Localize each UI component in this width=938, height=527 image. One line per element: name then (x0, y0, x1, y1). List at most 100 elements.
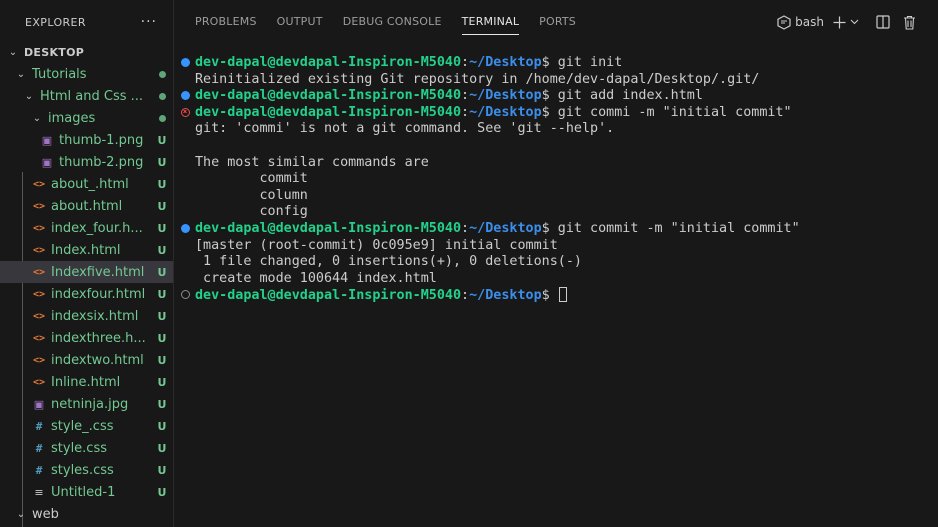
tree-file[interactable]: <> Indexfive.html U (0, 261, 173, 283)
plus-icon (833, 16, 846, 28)
tree-folder[interactable]: ⌄ Tutorials (0, 63, 173, 85)
untracked-badge: U (157, 309, 167, 323)
output-text: create mode 100644 index.html (195, 270, 437, 286)
untracked-badge: U (157, 375, 167, 389)
more-actions-icon[interactable]: ··· (141, 14, 157, 30)
html-file-icon: <> (32, 288, 46, 300)
untracked-badge: U (157, 155, 167, 169)
tab-debug-console[interactable]: DEBUG CONSOLE (343, 0, 442, 44)
command-success-icon[interactable] (181, 223, 190, 233)
tree-file[interactable]: <> about.html U (0, 195, 173, 217)
tree-file[interactable]: ▣ thumb-2.png U (0, 151, 173, 173)
prompt-user-host: dev-dapal@devdapal-Inspiron-M5040 (195, 104, 462, 120)
panel-tabbar: PROBLEMS OUTPUT DEBUG CONSOLE TERMINAL PORTS… (175, 0, 938, 44)
tree-file[interactable]: <> indexthree.h... U (0, 327, 173, 349)
tree-item-label: indextwo.html (51, 352, 144, 368)
command-error-icon[interactable] (181, 107, 190, 117)
chevron-down-icon[interactable]: ⌄ (22, 91, 36, 102)
tree-item-label: indexthree.h... (51, 330, 146, 346)
html-file-icon: <> (32, 266, 46, 278)
tree-file[interactable]: ≡ Untitled-1 U (0, 481, 173, 503)
chevron-down-icon[interactable]: ⌄ (14, 509, 28, 520)
terminal-prompt-line: dev-dapal@devdapal-Inspiron-M5040:~/Desk… (181, 220, 923, 238)
tree-file[interactable]: # style_.css U (0, 415, 173, 437)
tree-file[interactable]: # styles.css U (0, 459, 173, 481)
tree-file[interactable]: <> indexsix.html U (0, 305, 173, 327)
tab-output[interactable]: OUTPUT (277, 0, 323, 44)
chevron-down-icon[interactable] (850, 19, 859, 25)
terminal-cursor[interactable] (558, 287, 567, 303)
terminal-output[interactable]: dev-dapal@devdapal-Inspiron-M5040:~/Desk… (181, 55, 923, 304)
untracked-badge: U (157, 177, 167, 191)
tree-file[interactable]: <> indexfour.html U (0, 283, 173, 305)
tree-item-label: thumb-2.png (59, 154, 144, 170)
kill-terminal-button[interactable] (903, 15, 916, 30)
terminal-prompt-line: dev-dapal@devdapal-Inspiron-M5040:~/Desk… (181, 104, 923, 122)
tree-file[interactable]: <> Index.html U (0, 239, 173, 261)
tab-ports[interactable]: PORTS (539, 0, 576, 44)
tree-item-label: Html and Css ... (40, 88, 144, 104)
tree-file[interactable]: <> about_.html U (0, 173, 173, 195)
text-file-icon: ≡ (34, 485, 44, 499)
tree-file[interactable]: # style.css U (0, 437, 173, 459)
explorer-title: EXPLORER (25, 15, 86, 29)
untracked-badge: U (157, 287, 167, 301)
tree-item-label: Untitled-1 (51, 484, 116, 500)
tree-folder[interactable]: ⌄ images (0, 107, 173, 129)
chevron-down-icon[interactable]: ⌄ (30, 113, 44, 124)
split-icon (876, 15, 890, 29)
untracked-badge: U (157, 199, 167, 213)
terminal-shell-selector[interactable]: bash (777, 14, 824, 30)
split-terminal-button[interactable] (876, 15, 890, 29)
tab-problems[interactable]: PROBLEMS (195, 0, 257, 44)
prompt-user-host: dev-dapal@devdapal-Inspiron-M5040 (195, 55, 462, 70)
tree-file[interactable]: <> Inline.html U (0, 371, 173, 393)
chevron-down-icon[interactable]: ⌄ (6, 47, 20, 58)
tree-item-label: images (48, 110, 96, 126)
command-text: $ git commit -m "initial commit" (541, 220, 800, 236)
tree-item-label: index_four.h... (51, 220, 143, 236)
command-pending-icon[interactable] (181, 290, 190, 300)
tree-folder[interactable]: ⌄ DESKTOP (0, 41, 173, 63)
output-text: config (195, 204, 308, 220)
html-file-icon: <> (32, 200, 46, 212)
terminal-prompt-line: dev-dapal@devdapal-Inspiron-M5040:~/Desk… (181, 88, 923, 105)
new-terminal-button[interactable] (833, 16, 859, 29)
image-file-icon: ▣ (41, 155, 53, 169)
tree-file[interactable]: <> indextwo.html U (0, 349, 173, 371)
untracked-badge: U (157, 419, 167, 433)
image-file-icon: ▣ (33, 397, 45, 411)
tab-terminal[interactable]: TERMINAL (461, 0, 520, 44)
prompt-user-host: dev-dapal@devdapal-Inspiron-M5040 (195, 220, 462, 236)
prompt-separator: : (461, 220, 470, 236)
shell-name: bash (795, 15, 824, 29)
image-file-icon: ▣ (41, 133, 53, 147)
prompt-path: ~/Desktop (469, 288, 542, 304)
terminal-output-line: 1 file changed, 0 insertions(+), 0 delet… (183, 254, 923, 271)
tree-item-label: netninja.jpg (51, 396, 129, 412)
tree-folder[interactable]: ⌄ Html and Css ... (0, 85, 173, 107)
panel-tabs: PROBLEMS OUTPUT DEBUG CONSOLE TERMINAL PORTS (175, 0, 576, 44)
tree-file[interactable]: <> index_four.h... U (0, 217, 173, 239)
explorer-header: EXPLORER ··· (0, 0, 173, 44)
tree-file[interactable]: ▣ netninja.jpg U (0, 393, 173, 415)
tree-item-label: indexfour.html (51, 286, 146, 302)
command-success-icon[interactable] (181, 58, 190, 67)
tree-item-label: Index.html (51, 242, 121, 258)
command-success-icon[interactable] (181, 91, 190, 101)
html-file-icon: <> (32, 222, 46, 234)
prompt-user-host: dev-dapal@devdapal-Inspiron-M5040 (195, 288, 462, 304)
prompt-path: ~/Desktop (469, 104, 542, 120)
css-file-icon: # (35, 463, 43, 477)
output-text: 1 file changed, 0 insertions(+), 0 delet… (195, 254, 582, 270)
tree-file[interactable]: ▣ thumb-1.png U (0, 129, 173, 151)
terminal-output-line: [master (root-commit) 0c095e9] initial c… (183, 238, 923, 255)
output-text: commit (195, 171, 308, 187)
output-text: git: 'commi' is not a git command. See '… (195, 121, 615, 137)
tree-folder[interactable]: ⌄ web (0, 503, 173, 525)
prompt-separator: : (461, 288, 470, 304)
chevron-down-icon[interactable]: ⌄ (14, 69, 28, 80)
modified-dot-icon (151, 89, 173, 104)
untracked-badge: U (157, 353, 167, 367)
